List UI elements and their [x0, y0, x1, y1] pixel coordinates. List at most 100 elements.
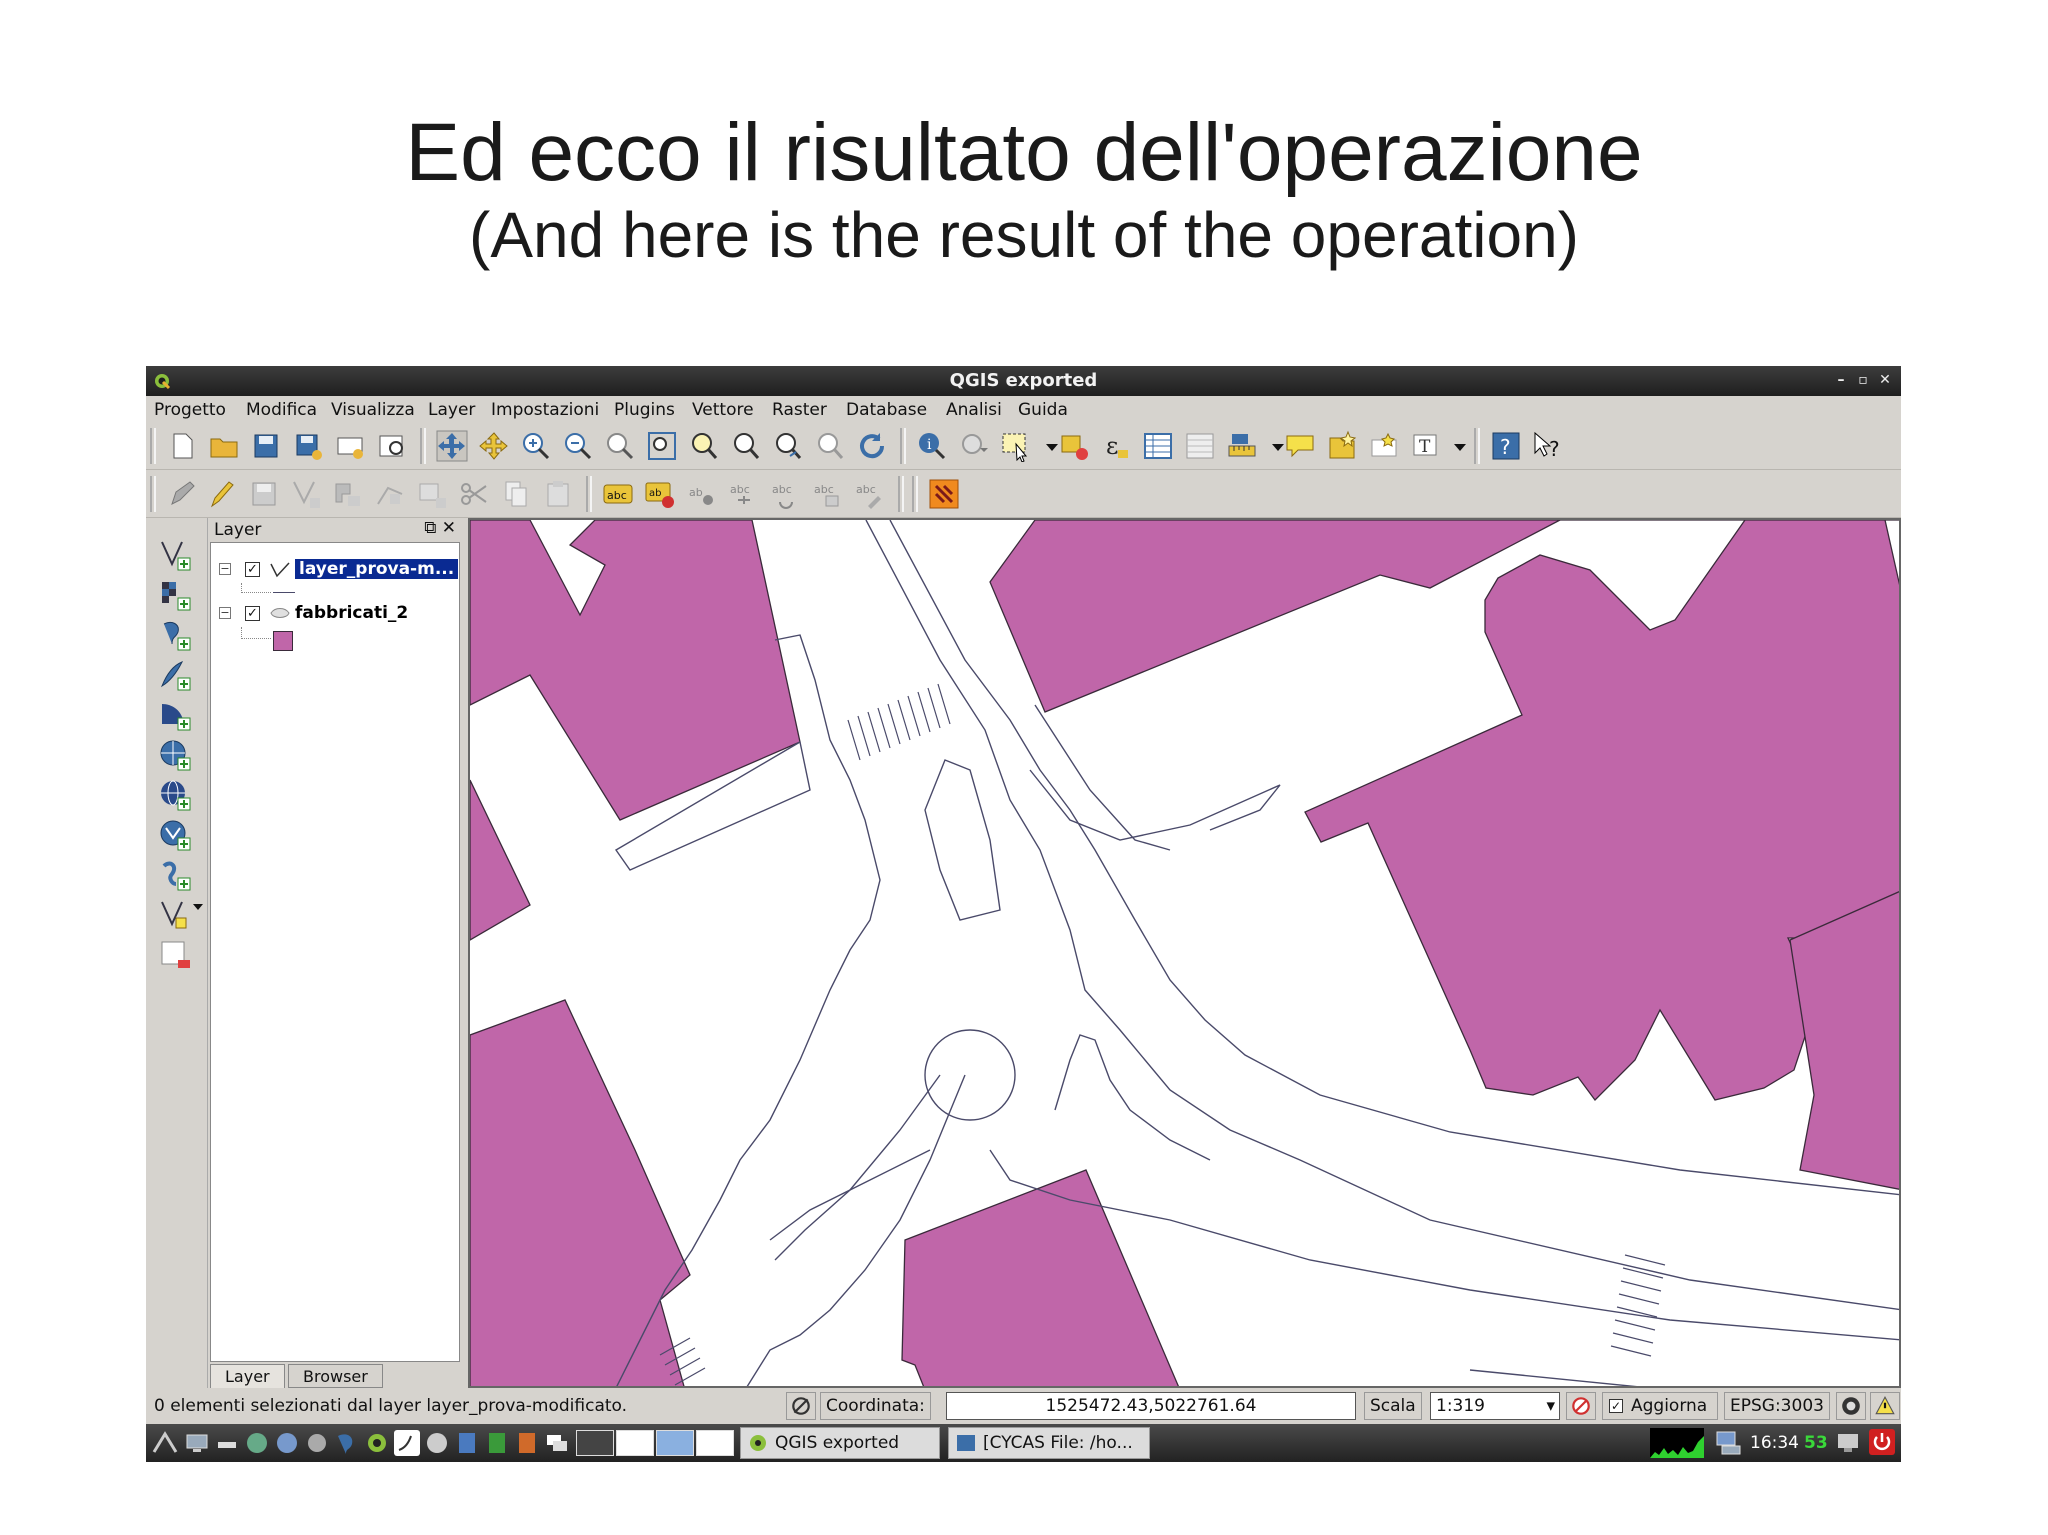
add-raster-layer-icon[interactable] — [158, 578, 194, 612]
new-print-composer-icon[interactable] — [334, 430, 366, 462]
coordinate-toggle-icon[interactable] — [786, 1392, 816, 1420]
workspace-4[interactable] — [696, 1430, 734, 1456]
current-edits-icon[interactable] — [166, 478, 198, 510]
close-icon[interactable]: ✕ — [1876, 371, 1894, 389]
menu-plugins[interactable]: Plugins — [614, 400, 675, 420]
crs-globe-icon[interactable] — [1836, 1392, 1866, 1420]
show-hide-labels-icon[interactable]: ab — [686, 478, 718, 510]
menu-guida[interactable]: Guida — [1018, 400, 1068, 420]
toolbar-grip[interactable] — [912, 476, 918, 512]
zoom-full-icon[interactable] — [646, 430, 678, 462]
menu-vettore[interactable]: Vettore — [692, 400, 754, 420]
scale-combo[interactable]: 1:319 ▾ — [1430, 1392, 1560, 1420]
browser-icon[interactable] — [274, 1430, 300, 1456]
map-render[interactable] — [470, 520, 1901, 1388]
add-spatialite-layer-icon[interactable] — [158, 658, 194, 692]
toolbar-grip[interactable] — [150, 428, 156, 464]
paste-features-icon[interactable] — [542, 478, 574, 510]
menu-impostazioni[interactable]: Impostazioni — [491, 400, 599, 420]
copy-features-icon[interactable] — [500, 478, 532, 510]
save-project-icon[interactable] — [250, 430, 282, 462]
menu-progetto[interactable]: Progetto — [154, 400, 226, 420]
workspace-2[interactable] — [616, 1430, 654, 1456]
grass-icon[interactable] — [394, 1430, 420, 1456]
task-qgis[interactable]: QGIS exported — [740, 1427, 940, 1459]
zoom-last-icon[interactable] — [772, 430, 804, 462]
identify-features-icon[interactable]: i — [916, 430, 948, 462]
tab-layer[interactable]: Layer — [210, 1364, 285, 1388]
desktop-icon[interactable] — [184, 1430, 210, 1456]
layer-visibility-checkbox[interactable]: ✓ — [245, 562, 260, 577]
pan-map-icon[interactable] — [436, 430, 468, 462]
messages-warning-icon[interactable] — [1870, 1392, 1900, 1420]
save-edits-icon[interactable] — [248, 478, 280, 510]
label-properties-icon[interactable]: abc — [854, 478, 886, 510]
power-icon[interactable] — [1868, 1428, 1896, 1456]
open-project-icon[interactable] — [208, 430, 240, 462]
task-cycas[interactable]: [CYCAS File: /ho... — [948, 1427, 1150, 1459]
render-checkbox[interactable]: ✓ — [1609, 1399, 1623, 1413]
zoom-next-icon[interactable] — [814, 430, 846, 462]
menu-layer[interactable]: Layer — [428, 400, 475, 420]
panel-float-close-icon[interactable]: ⧉ ✕ — [424, 518, 456, 538]
pan-to-selection-icon[interactable] — [478, 430, 510, 462]
menu-visualizza[interactable]: Visualizza — [331, 400, 415, 420]
mail-icon[interactable] — [304, 1430, 330, 1456]
crs-status[interactable]: EPSG:3003 — [1724, 1392, 1830, 1420]
add-postgis-layer-icon[interactable] — [158, 618, 194, 652]
volume-icon[interactable] — [1834, 1428, 1862, 1456]
render-toggle[interactable]: ✓ Aggiorna — [1602, 1392, 1718, 1420]
show-bookmarks-icon[interactable] — [1368, 430, 1400, 462]
expression-select-icon[interactable]: ε — [1100, 430, 1132, 462]
new-project-icon[interactable] — [166, 430, 198, 462]
change-label-icon[interactable]: abc — [812, 478, 844, 510]
map-tips-icon[interactable] — [1284, 430, 1316, 462]
zoom-in-icon[interactable] — [520, 430, 552, 462]
stop-rendering-icon[interactable] — [1566, 1392, 1596, 1420]
collapse-icon[interactable]: − — [219, 563, 231, 575]
restore-icon[interactable]: ▫ — [1854, 371, 1872, 389]
add-wcs-layer-icon[interactable] — [158, 778, 194, 812]
composer-manager-icon[interactable] — [376, 430, 408, 462]
toolbar-grip[interactable] — [586, 476, 592, 512]
add-wms-layer-icon[interactable] — [158, 738, 194, 772]
move-feature-icon[interactable] — [332, 478, 364, 510]
toolbar-grip[interactable] — [420, 428, 426, 464]
layer-item[interactable]: − ✓ layer_prova-m... — [211, 557, 459, 583]
menu-modifica[interactable]: Modifica — [246, 400, 317, 420]
menu-raster[interactable]: Raster — [772, 400, 827, 420]
pin-labels-icon[interactable]: ab — [644, 478, 676, 510]
new-layer-dropdown-icon[interactable] — [192, 901, 204, 913]
save-as-icon[interactable] — [292, 430, 324, 462]
refresh-icon[interactable] — [856, 430, 888, 462]
minimize-icon[interactable]: – — [1832, 371, 1850, 389]
add-delimited-text-layer-icon[interactable] — [158, 858, 194, 892]
rotate-label-icon[interactable]: abc — [770, 478, 802, 510]
network-icon[interactable] — [1714, 1428, 1742, 1456]
toolbar-grip[interactable] — [898, 476, 904, 512]
zoom-actual-size-icon[interactable] — [604, 430, 636, 462]
toolbar-grip[interactable] — [150, 476, 156, 512]
select-features-icon[interactable] — [1000, 430, 1032, 462]
cut-features-icon[interactable] — [458, 478, 490, 510]
move-label-icon[interactable]: abc — [728, 478, 760, 510]
zoom-out-icon[interactable] — [562, 430, 594, 462]
qgis-launcher-icon[interactable] — [364, 1430, 390, 1456]
tab-browser[interactable]: Browser — [288, 1364, 383, 1388]
workspace-3[interactable] — [656, 1430, 694, 1456]
field-calculator-icon[interactable] — [1184, 430, 1216, 462]
attribute-table-icon[interactable] — [1142, 430, 1174, 462]
collapse-icon[interactable]: − — [219, 607, 231, 619]
windows-icon[interactable] — [544, 1430, 570, 1456]
measure-icon[interactable] — [1226, 430, 1258, 462]
add-wfs-layer-icon[interactable] — [158, 818, 194, 852]
calc-icon[interactable] — [484, 1430, 510, 1456]
help-contents-icon[interactable]: ? — [1490, 430, 1522, 462]
impress-icon[interactable] — [514, 1430, 540, 1456]
add-vector-layer-icon[interactable] — [158, 538, 194, 572]
add-feature-icon[interactable] — [290, 478, 322, 510]
deselect-all-icon[interactable] — [1058, 430, 1090, 462]
map-canvas[interactable] — [468, 518, 1901, 1388]
layer-labeling-icon[interactable]: abc — [602, 478, 634, 510]
layer-item[interactable]: − ✓ fabbricati_2 — [211, 601, 459, 627]
